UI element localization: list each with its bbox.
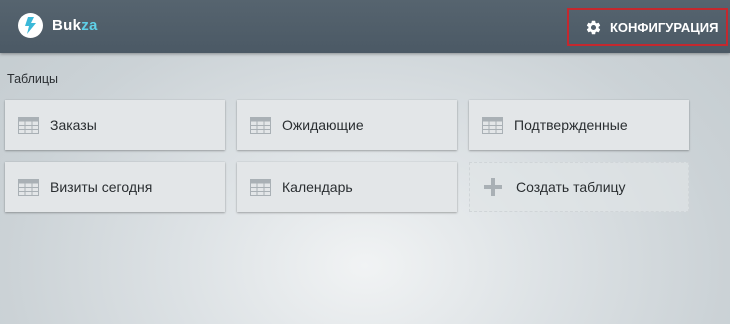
configuration-label: КОНФИГУРАЦИЯ	[610, 19, 719, 35]
table-icon	[18, 116, 39, 134]
app-name-accent: za	[81, 17, 98, 34]
section-title: Таблицы	[7, 72, 59, 86]
table-icon	[250, 178, 271, 196]
gear-icon	[585, 19, 602, 36]
bolt-logo-icon	[18, 13, 43, 38]
configuration-button[interactable]: КОНФИГУРАЦИЯ	[567, 8, 728, 46]
table-icon	[250, 116, 271, 134]
table-tile-orders[interactable]: Заказы	[5, 100, 225, 150]
create-table-label: Создать таблицу	[516, 179, 626, 195]
table-icon	[18, 178, 39, 196]
table-tile-label: Календарь	[282, 179, 353, 195]
app-name-main: Buk	[52, 17, 82, 34]
plus-icon	[484, 178, 502, 196]
table-tile-label: Визиты сегодня	[50, 179, 153, 195]
create-table-button[interactable]: Создать таблицу	[469, 162, 689, 212]
table-tile-confirmed[interactable]: Подтвержденные	[469, 100, 689, 150]
top-bar: Bukza КОНФИГУРАЦИЯ	[0, 0, 730, 53]
app-logo[interactable]: Bukza	[18, 13, 98, 38]
table-tile-label: Заказы	[50, 117, 97, 133]
table-tile-pending[interactable]: Ожидающие	[237, 100, 457, 150]
table-tile-label: Подтвержденные	[514, 117, 628, 133]
app-name: Bukza	[52, 17, 98, 34]
table-tile-visits-today[interactable]: Визиты сегодня	[5, 162, 225, 212]
table-tile-calendar[interactable]: Календарь	[237, 162, 457, 212]
table-tile-label: Ожидающие	[282, 117, 364, 133]
table-icon	[482, 116, 503, 134]
